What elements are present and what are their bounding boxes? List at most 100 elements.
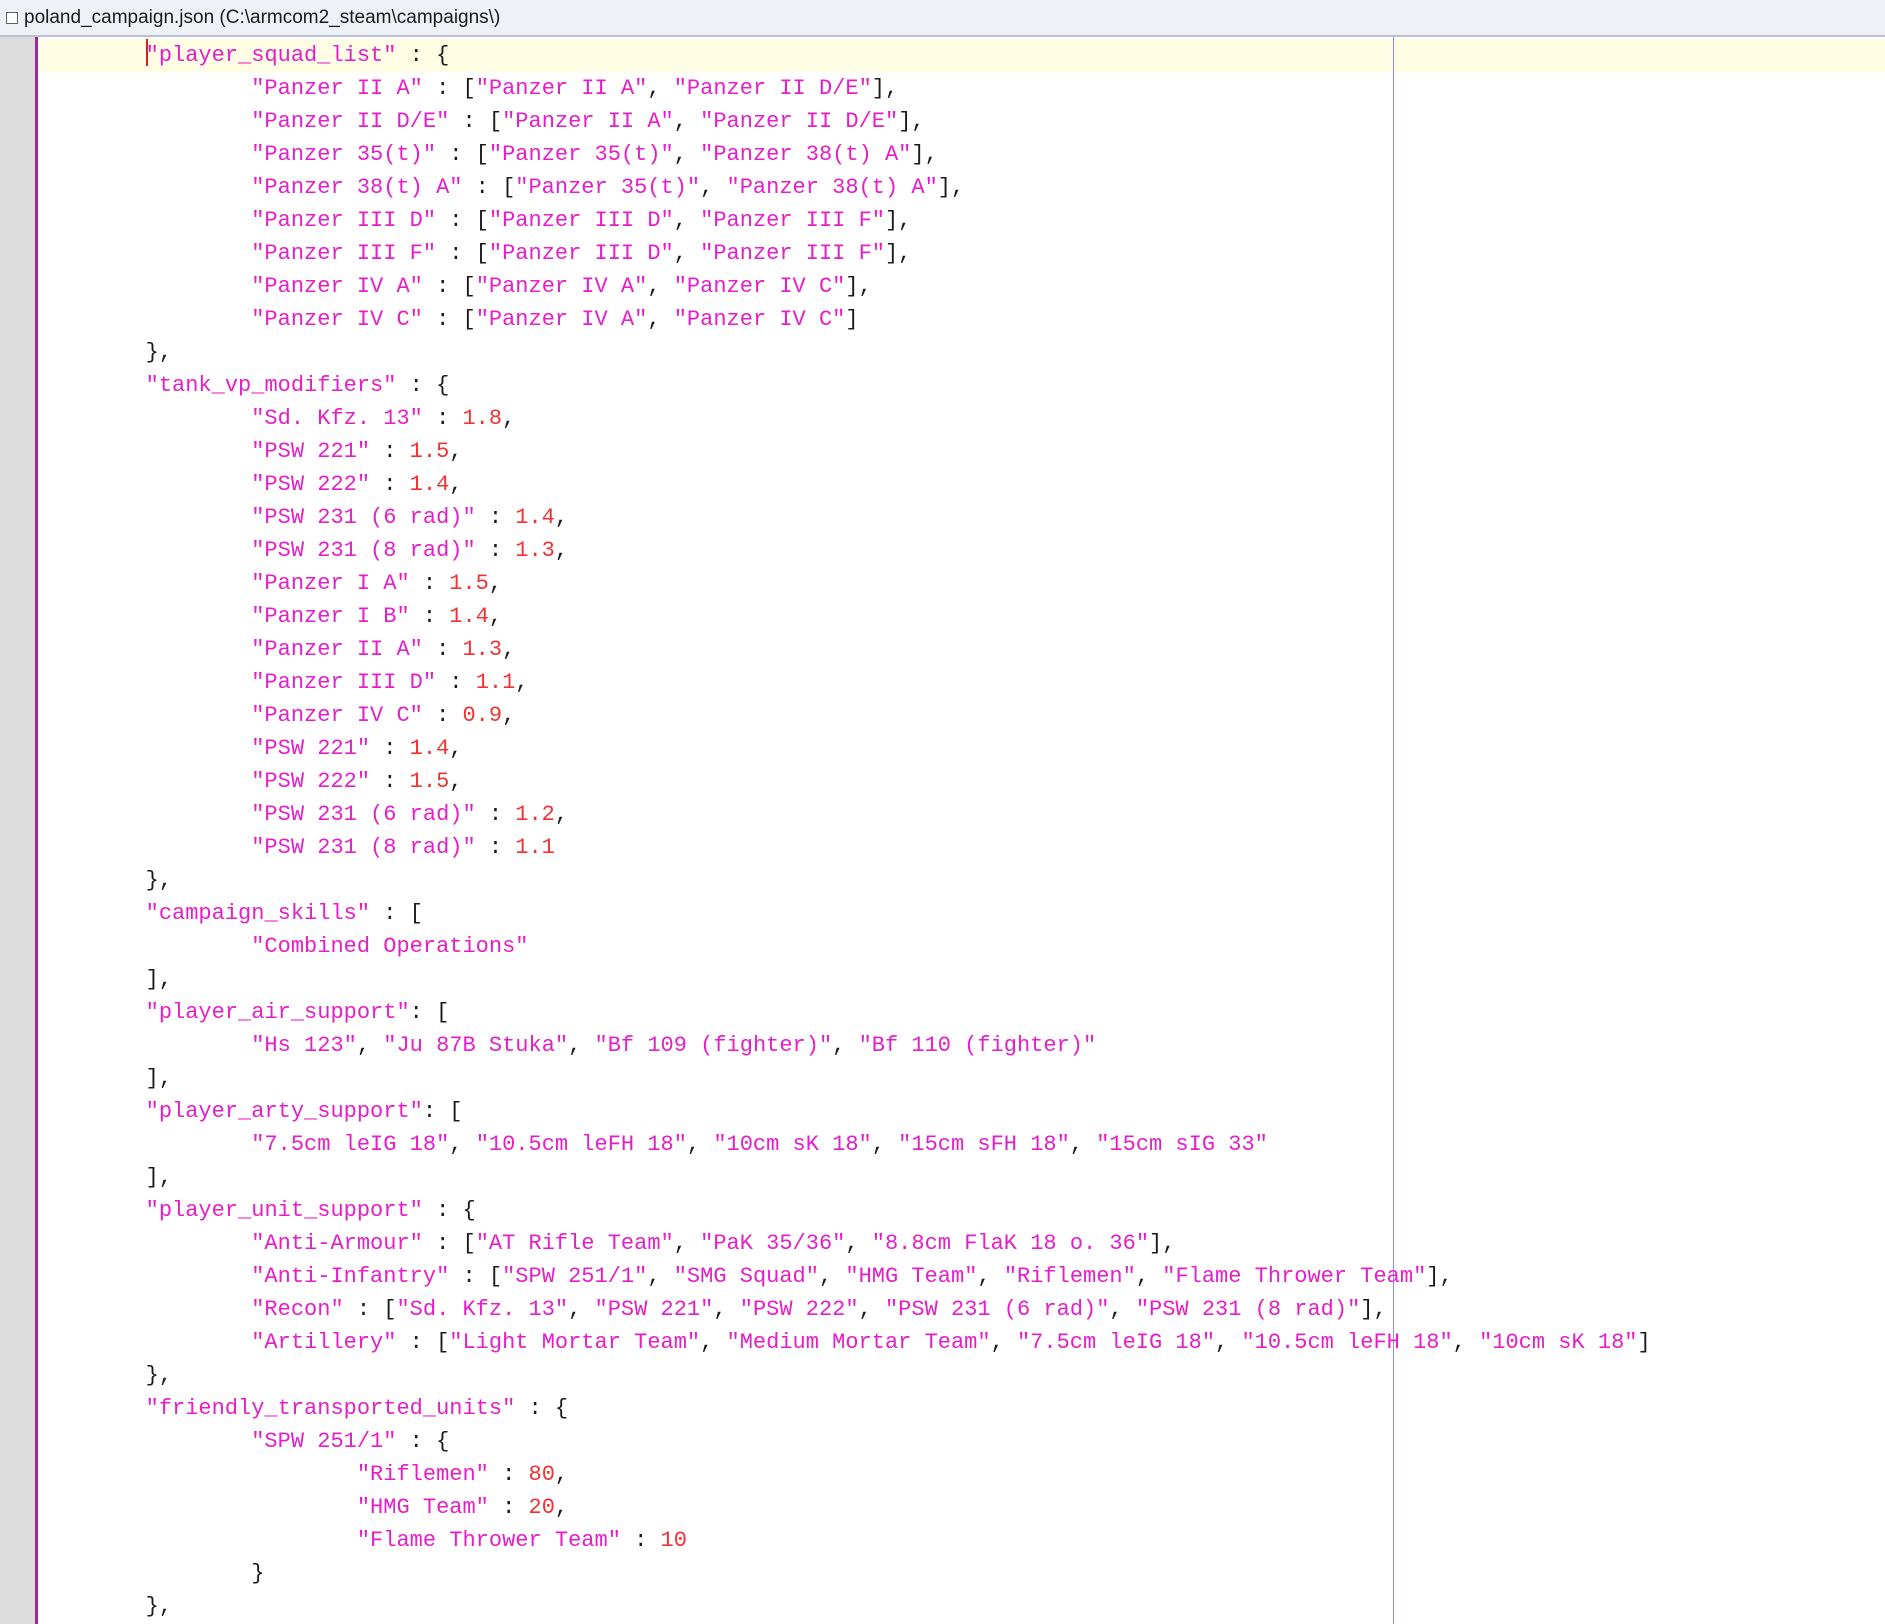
window-icon[interactable]	[6, 11, 18, 24]
code-line[interactable]: "Hs 123", "Ju 87B Stuka", "Bf 109 (fight…	[40, 1029, 1651, 1062]
code-line[interactable]: "player_air_support": [	[40, 996, 1651, 1029]
string-token: "HMG Team"	[356, 1495, 489, 1520]
code-line[interactable]: "PSW 221" : 1.4,	[40, 732, 1651, 765]
code-line[interactable]: "Panzer III F" : ["Panzer III D", "Panze…	[40, 237, 1651, 270]
punctuation-token: ,	[502, 406, 516, 431]
punctuation-token: :	[475, 538, 516, 563]
string-token: "Panzer IV A"	[475, 307, 648, 332]
punctuation-token	[40, 1429, 251, 1454]
code-line[interactable]: "Panzer IV C" : ["Panzer IV A", "Panzer …	[40, 303, 1651, 336]
code-line[interactable]: },	[40, 864, 1651, 897]
code-line[interactable]: "PSW 231 (8 rad)" : 1.1	[40, 831, 1651, 864]
string-token: "Flame Thrower Team"	[356, 1528, 621, 1553]
punctuation-token	[40, 637, 251, 662]
punctuation-token: ,	[554, 802, 569, 827]
number-token: 1.4	[409, 472, 450, 497]
punctuation-token: : [	[422, 1231, 476, 1256]
number-token: 20	[528, 1495, 555, 1520]
code-line[interactable]: "PSW 231 (6 rad)" : 1.2,	[40, 798, 1651, 831]
code-line[interactable]: "Combined Operations"	[40, 930, 1651, 963]
code-line[interactable]: "Panzer III D" : ["Panzer III D", "Panze…	[40, 204, 1651, 237]
punctuation-token	[40, 76, 251, 101]
code-line[interactable]: "SPW 251/1" : {	[40, 1425, 1651, 1458]
code-line[interactable]: "PSW 222" : 1.4,	[40, 468, 1651, 501]
punctuation-token: ,	[449, 769, 463, 794]
code-text[interactable]: "player_squad_list" : { "Panzer II A" : …	[40, 39, 1651, 1623]
code-line[interactable]: "Panzer IV A" : ["Panzer IV A", "Panzer …	[40, 270, 1651, 303]
code-line[interactable]: "Panzer IV C" : 0.9,	[40, 699, 1651, 732]
string-token: "player_air_support"	[145, 1000, 410, 1025]
code-line[interactable]: ],	[40, 963, 1651, 996]
string-token: "player_squad_list"	[145, 43, 397, 68]
code-line[interactable]: "player_unit_support" : {	[40, 1194, 1651, 1227]
punctuation-token	[40, 1495, 357, 1520]
string-token: "Riflemen"	[356, 1462, 489, 1487]
string-token: "Panzer II A"	[475, 76, 648, 101]
window-title: poland_campaign.json (C:\armcom2_steam\c…	[24, 6, 501, 28]
punctuation-token: :	[422, 637, 463, 662]
code-line[interactable]: "player_squad_list" : {	[40, 39, 1651, 72]
code-line[interactable]: "friendly_transported_units" : {	[40, 1392, 1651, 1425]
punctuation-token: ,	[515, 670, 529, 695]
punctuation-token: :	[409, 604, 450, 629]
code-line[interactable]: "PSW 222" : 1.5,	[40, 765, 1651, 798]
code-line[interactable]: "Panzer III D" : 1.1,	[40, 666, 1651, 699]
number-token: 1.8	[462, 406, 503, 431]
code-line[interactable]: "tank_vp_modifiers" : {	[40, 369, 1651, 402]
punctuation-token	[40, 241, 251, 266]
code-line[interactable]: },	[40, 1590, 1651, 1623]
string-token: "SMG Squad"	[673, 1264, 819, 1289]
code-line[interactable]: ],	[40, 1161, 1651, 1194]
string-token: "Riflemen"	[1003, 1264, 1136, 1289]
punctuation-token: },	[40, 1363, 173, 1388]
code-line[interactable]: "PSW 231 (6 rad)" : 1.4,	[40, 501, 1651, 534]
punctuation-token: ,	[977, 1264, 1004, 1289]
string-token: "player_unit_support"	[145, 1198, 423, 1223]
punctuation-token: ,	[554, 1495, 569, 1520]
code-line[interactable]: },	[40, 1359, 1651, 1392]
code-line[interactable]: "Artillery" : ["Light Mortar Team", "Med…	[40, 1326, 1650, 1359]
code-line[interactable]: "Panzer II D/E" : ["Panzer II A", "Panze…	[40, 105, 1651, 138]
code-line[interactable]: "Riflemen" : 80,	[40, 1458, 1651, 1491]
line-gutter[interactable]	[0, 37, 38, 1624]
code-line[interactable]: "Panzer 35(t)" : ["Panzer 35(t)", "Panze…	[40, 138, 1651, 171]
code-line[interactable]: "7.5cm leIG 18", "10.5cm leFH 18", "10cm…	[40, 1128, 1651, 1161]
punctuation-token: :	[488, 1495, 529, 1520]
code-line[interactable]: "Flame Thrower Team" : 10	[40, 1524, 1651, 1557]
punctuation-token: ,	[673, 241, 701, 266]
punctuation-token: ],	[1426, 1264, 1453, 1289]
punctuation-token: ,	[845, 1231, 872, 1256]
code-line[interactable]: "Panzer I B" : 1.4,	[40, 600, 1651, 633]
code-line[interactable]: "Panzer 38(t) A" : ["Panzer 35(t)", "Pan…	[40, 171, 1651, 204]
code-line[interactable]: "Sd. Kfz. 13" : 1.8,	[40, 402, 1651, 435]
string-token: "HMG Team"	[845, 1264, 978, 1289]
punctuation-token	[40, 1297, 251, 1322]
code-line[interactable]: "Panzer I A" : 1.5,	[40, 567, 1651, 600]
code-line[interactable]: "Panzer II A" : ["Panzer II A", "Panzer …	[40, 72, 1651, 105]
code-editor[interactable]: "player_squad_list" : { "Panzer II A" : …	[38, 37, 1885, 1624]
code-line[interactable]: "campaign_skills" : [	[40, 897, 1651, 930]
punctuation-token: :	[422, 406, 463, 431]
punctuation-token: :	[488, 1462, 529, 1487]
code-line[interactable]: "Anti-Infantry" : ["SPW 251/1", "SMG Squ…	[40, 1260, 1651, 1293]
code-line[interactable]: }	[40, 1557, 1651, 1590]
code-line[interactable]: "HMG Team" : 20,	[40, 1491, 1651, 1524]
code-line[interactable]: "Recon" : ["Sd. Kfz. 13", "PSW 221", "PS…	[40, 1293, 1651, 1326]
punctuation-token: ,	[488, 571, 503, 596]
string-token: "PSW 222"	[251, 472, 371, 497]
code-line[interactable]: "Anti-Armour" : ["AT Rifle Team", "PaK 3…	[40, 1227, 1651, 1260]
code-line[interactable]: ],	[40, 1062, 1651, 1095]
code-line[interactable]: "player_arty_support": [	[40, 1095, 1651, 1128]
code-line[interactable]: },	[40, 336, 1651, 369]
punctuation-token: ,	[700, 175, 727, 200]
punctuation-token: :	[370, 472, 410, 497]
code-line[interactable]: "Panzer II A" : 1.3,	[40, 633, 1651, 666]
punctuation-token: ,	[673, 109, 701, 134]
code-line[interactable]: "PSW 231 (8 rad)" : 1.3,	[40, 534, 1651, 567]
punctuation-token: ,	[673, 142, 701, 167]
number-token: 1.3	[462, 637, 503, 662]
code-line[interactable]: "PSW 221" : 1.5,	[40, 435, 1651, 468]
string-token: "15cm sIG 33"	[1096, 1132, 1268, 1157]
punctuation-token: : [	[449, 109, 503, 134]
punctuation-token: :	[409, 571, 450, 596]
